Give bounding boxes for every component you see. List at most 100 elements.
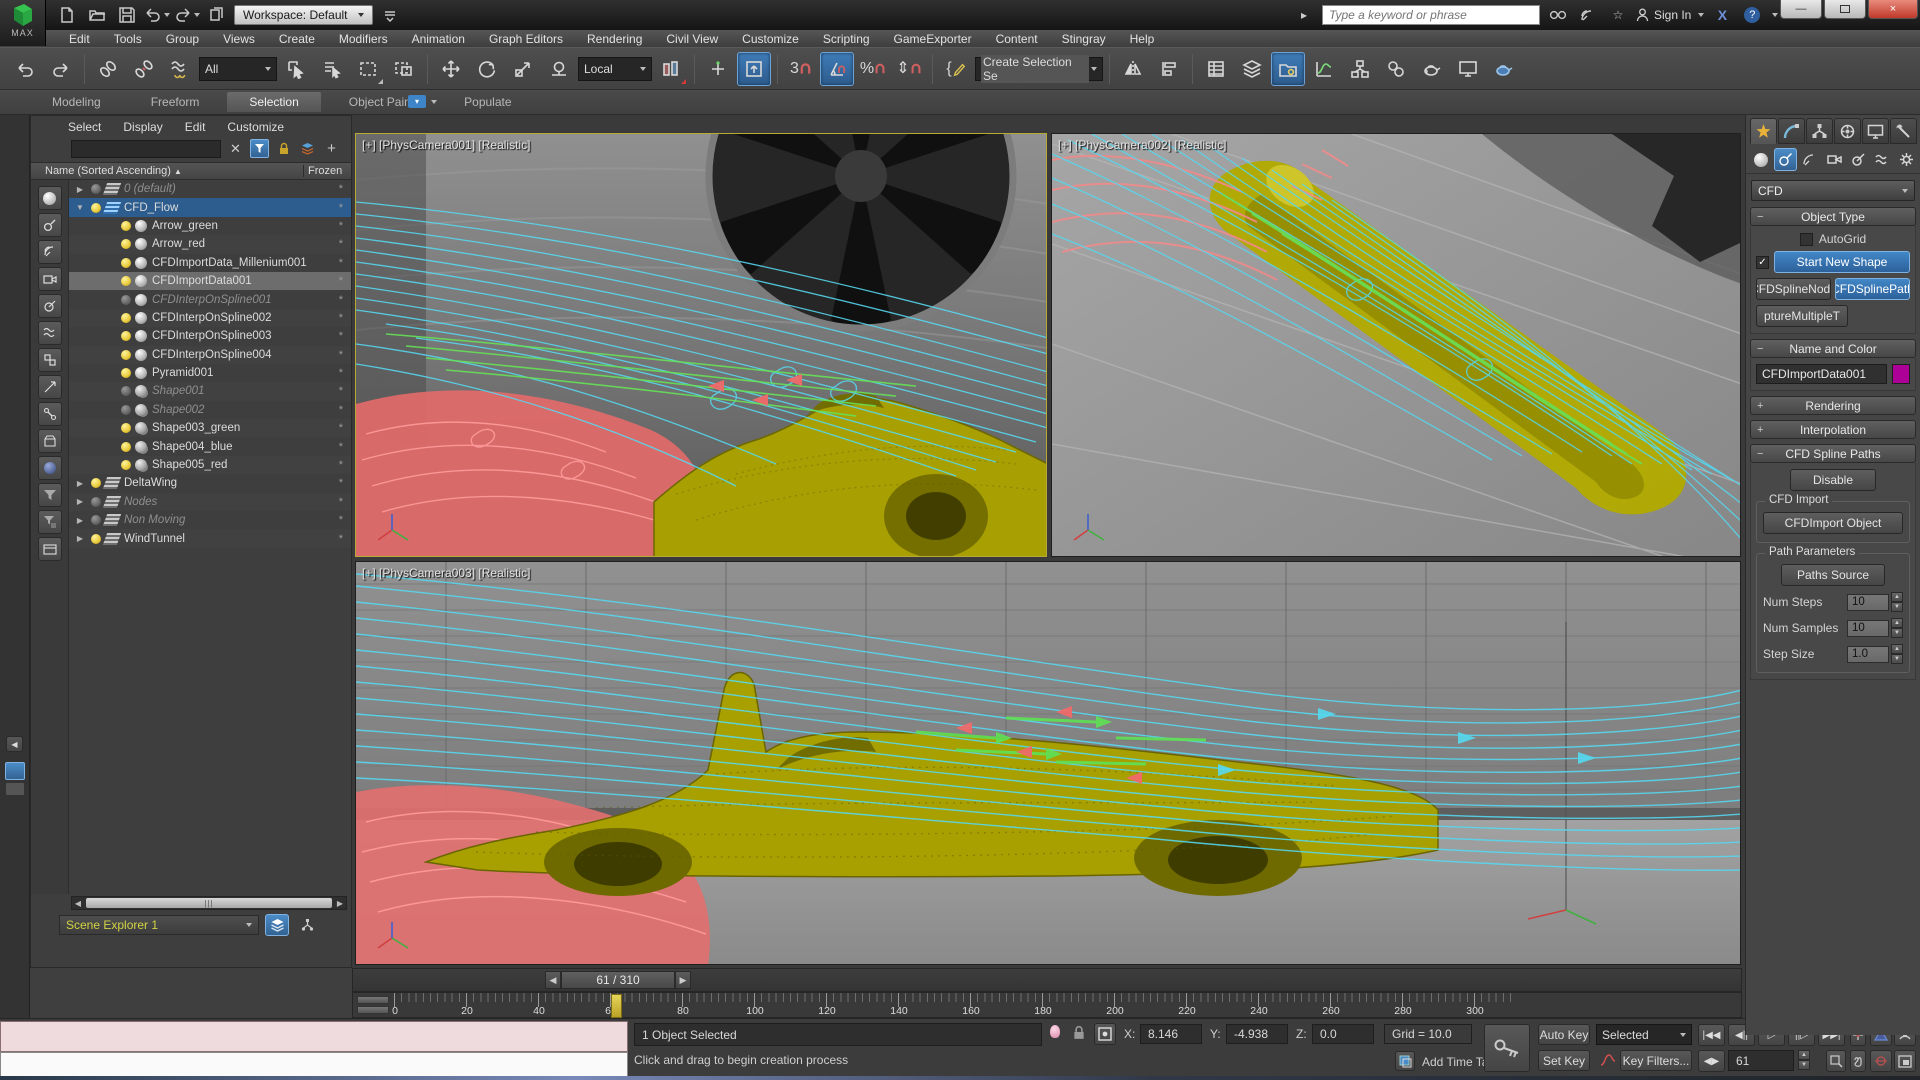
select-and-place-icon[interactable] — [542, 52, 576, 86]
frozen-cell-icon[interactable]: * — [339, 257, 343, 269]
isolate-selection-icon[interactable] — [1050, 1025, 1060, 1041]
window-crossing-toggle-icon[interactable] — [387, 52, 421, 86]
menu-item[interactable]: Graph Editors — [478, 31, 574, 47]
search-icon[interactable] — [1546, 5, 1570, 25]
explorer-search-input[interactable] — [71, 140, 221, 158]
tab-hierarchy[interactable] — [1806, 118, 1833, 144]
frozen-cell-icon[interactable]: * — [339, 533, 343, 545]
x-coordinate-field[interactable]: 8.146 — [1140, 1024, 1202, 1044]
autogrid-checkbox[interactable] — [1800, 233, 1813, 246]
menu-item[interactable]: Views — [212, 31, 266, 47]
display-helpers-icon[interactable] — [38, 294, 62, 318]
docked-explorer-icon[interactable] — [5, 762, 25, 796]
num-samples-spinner[interactable]: ▲▼ — [1891, 618, 1903, 638]
visibility-bulb-icon[interactable] — [121, 405, 131, 415]
menu-item[interactable]: Civil View — [655, 31, 729, 47]
explorer-menu-item[interactable]: Customize — [218, 119, 293, 135]
cfdsplinepath-button[interactable]: CFDSplinePath — [1835, 278, 1910, 300]
current-frame-marker[interactable] — [611, 994, 622, 1018]
angle-snap-toggle-icon[interactable] — [820, 52, 854, 86]
tree-row[interactable]: Nodes * — [69, 493, 351, 511]
cfd-spline-paths-header[interactable]: −CFD Spline Paths — [1750, 444, 1916, 463]
menu-item[interactable]: Customize — [731, 31, 810, 47]
open-file-icon[interactable] — [84, 4, 110, 26]
time-tag-icon[interactable] — [1395, 1051, 1415, 1071]
workspace-selector[interactable]: Workspace: Default — [234, 5, 373, 25]
menu-item[interactable]: Animation — [401, 31, 476, 47]
viewport3-label[interactable]: [+] [PhysCamera003] [Realistic] — [362, 566, 530, 580]
time-slider-thumb[interactable]: ◀ 61 / 310 ▶ — [545, 971, 691, 989]
frozen-cell-icon[interactable]: * — [339, 294, 343, 306]
step-size-field[interactable]: 1.0 — [1847, 646, 1889, 663]
explorer-menu-item[interactable]: Edit — [176, 119, 215, 135]
ribbon-minimize-icon[interactable]: ▾ — [408, 93, 437, 108]
viewport-physcamera002[interactable]: [+] [PhysCamera002] [Realistic] — [1051, 133, 1741, 557]
tree-row[interactable]: Shape004_blue * — [69, 437, 351, 455]
select-and-move-icon[interactable] — [434, 52, 468, 86]
select-and-link-icon[interactable] — [91, 52, 125, 86]
frozen-cell-icon[interactable]: * — [339, 422, 343, 434]
collapse-panel-icon[interactable]: ◀ — [6, 736, 23, 752]
frame-spinner[interactable]: ▲▼ — [1798, 1050, 1810, 1070]
maximize-button[interactable] — [1824, 0, 1866, 19]
pan-orbit-icon[interactable] — [1870, 1050, 1892, 1072]
object-color-swatch[interactable] — [1892, 364, 1910, 384]
align-icon[interactable] — [1152, 52, 1186, 86]
visibility-bulb-icon[interactable] — [91, 515, 101, 525]
visibility-bulb-icon[interactable] — [91, 203, 101, 213]
menu-item[interactable]: Group — [155, 31, 210, 47]
zoom-region-icon[interactable] — [1826, 1050, 1846, 1072]
current-frame-display[interactable]: 61 / 310 — [561, 971, 675, 989]
tree-row[interactable]: CFDInterpOnSpline004 * — [69, 346, 351, 364]
use-pivot-center-icon[interactable] — [654, 52, 688, 86]
close-button[interactable]: × — [1868, 0, 1918, 19]
percent-snap-toggle-icon[interactable]: % — [856, 52, 890, 86]
undo-icon[interactable] — [144, 4, 170, 26]
visibility-bulb-icon[interactable] — [121, 276, 131, 286]
track-bar[interactable]: 0204060801001201401601802002202402602803… — [352, 992, 1742, 1018]
object-name-field[interactable]: CFDImportData001 — [1756, 364, 1887, 384]
visibility-bulb-icon[interactable] — [121, 350, 131, 360]
edit-named-selection-sets-icon[interactable]: { — [939, 52, 973, 86]
select-and-rotate-icon[interactable] — [470, 52, 504, 86]
frozen-cell-icon[interactable]: * — [339, 312, 343, 324]
app-logo[interactable]: MAX — [0, 0, 46, 46]
tree-row[interactable]: CFDImportData_Millenium001 * — [69, 254, 351, 272]
visibility-bulb-icon[interactable] — [121, 313, 131, 323]
rectangular-selection-region-icon[interactable] — [351, 52, 385, 86]
display-geometry-icon[interactable] — [38, 186, 62, 210]
sub-cameras[interactable] — [1823, 148, 1845, 171]
interpolation-header[interactable]: +Interpolation — [1750, 420, 1916, 439]
tab-utilities[interactable] — [1890, 118, 1917, 144]
toggle-auto-key-icon[interactable] — [1484, 1024, 1530, 1072]
toggle-ribbon-icon[interactable] — [1271, 52, 1305, 86]
frozen-cell-icon[interactable]: * — [339, 275, 343, 287]
viewport2-label[interactable]: [+] [PhysCamera002] [Realistic] — [1058, 138, 1226, 152]
tab-display[interactable] — [1862, 118, 1889, 144]
menu-item[interactable]: Tools — [103, 31, 153, 47]
z-coordinate-field[interactable]: 0.0 — [1312, 1024, 1374, 1044]
num-steps-field[interactable]: 10 — [1847, 594, 1889, 611]
frozen-cell-icon[interactable]: * — [339, 385, 343, 397]
num-samples-field[interactable]: 10 — [1847, 620, 1889, 637]
name-column-header[interactable]: Name (Sorted Ascending) ▲ — [31, 165, 303, 177]
visibility-bulb-icon[interactable] — [121, 368, 131, 378]
tree-row[interactable]: DeltaWing * — [69, 474, 351, 492]
new-file-icon[interactable] — [54, 4, 80, 26]
layer-mode-icon[interactable] — [298, 139, 317, 158]
frozen-cell-icon[interactable]: * — [339, 220, 343, 232]
named-selection-dropdown[interactable]: Create Selection Se — [975, 57, 1103, 81]
name-color-header[interactable]: −Name and Color — [1750, 339, 1916, 358]
display-containers-icon[interactable] — [38, 429, 62, 453]
viewport-physcamera003[interactable]: [+] [PhysCamera003] [Realistic] — [355, 561, 1741, 965]
tree-row[interactable]: Pyramid001 * — [69, 364, 351, 382]
sub-systems[interactable] — [1896, 148, 1918, 171]
rendering-header[interactable]: +Rendering — [1750, 396, 1916, 415]
paths-source-button[interactable]: Paths Source — [1781, 564, 1885, 586]
visibility-bulb-icon[interactable] — [91, 534, 101, 544]
sub-geometry[interactable] — [1750, 148, 1772, 171]
tree-row[interactable]: Shape005_red * — [69, 456, 351, 474]
tree-row[interactable]: Shape002 * — [69, 401, 351, 419]
auto-key-button[interactable]: Auto Key — [1538, 1024, 1590, 1045]
expand-icon[interactable] — [73, 185, 87, 194]
